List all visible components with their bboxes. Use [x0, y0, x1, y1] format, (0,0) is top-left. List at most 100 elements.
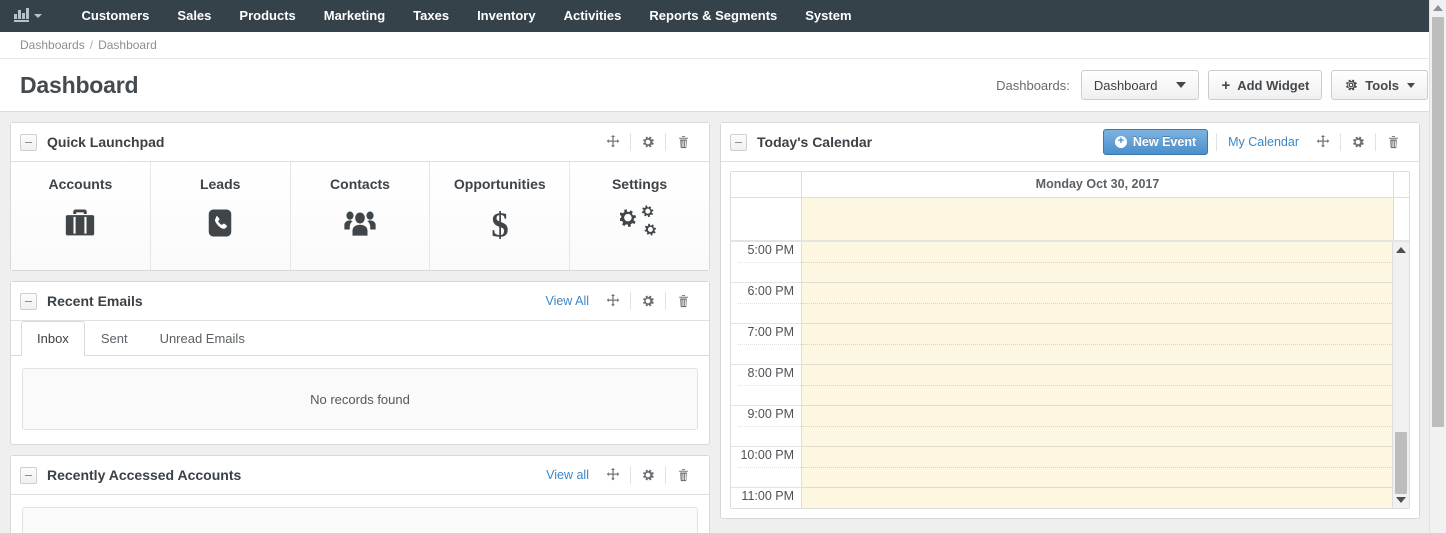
move-icon[interactable]	[1308, 130, 1338, 154]
page-scrollbar-thumb[interactable]	[1432, 17, 1444, 427]
tab-unread-emails[interactable]: Unread Emails	[144, 321, 261, 356]
nav-item-system[interactable]: System	[791, 0, 865, 32]
calendar-time-label: 5:00 PM	[731, 242, 801, 283]
tool-divider	[630, 292, 631, 310]
calendar-scrollbar[interactable]	[1392, 242, 1409, 508]
launchpad-label: Accounts	[48, 176, 113, 192]
calendar-slot[interactable]	[802, 365, 1392, 406]
minus-icon[interactable]	[20, 292, 37, 310]
svg-text:$: $	[491, 206, 508, 243]
my-calendar-link[interactable]: My Calendar	[1219, 135, 1308, 149]
tools-button[interactable]: Tools	[1331, 70, 1428, 100]
tool-divider	[665, 133, 666, 151]
recently-accessed-accounts-header: Recently Accessed Accounts View all	[11, 456, 709, 495]
scroll-down-arrow-icon[interactable]	[1393, 492, 1409, 508]
gear-icon[interactable]	[633, 130, 663, 154]
trash-icon[interactable]	[668, 289, 698, 313]
calendar-slot-column[interactable]	[802, 242, 1392, 508]
calendar-body: Monday Oct 30, 2017 5:00 PM 6:00 PM 7:00…	[721, 162, 1419, 518]
recent-emails-title: Recent Emails	[47, 293, 143, 309]
breadcrumb-root[interactable]: Dashboards	[20, 38, 85, 52]
tool-divider	[630, 466, 631, 484]
calendar-allday-right-pad	[1393, 198, 1409, 240]
dashboard-select[interactable]: Dashboard	[1080, 70, 1200, 100]
launchpad-item-leads[interactable]: Leads	[150, 162, 291, 270]
calendar-slot[interactable]	[802, 447, 1392, 488]
gear-icon[interactable]	[1343, 130, 1373, 154]
calendar-time-label: 9:00 PM	[731, 406, 801, 447]
calendar-header-right-pad	[1393, 172, 1409, 197]
trash-icon[interactable]	[668, 463, 698, 487]
dashboard-column-right: Today's Calendar + New Event My Calendar	[720, 122, 1420, 532]
bar-chart-icon	[14, 7, 29, 22]
quick-launchpad-items: Accounts Leads Contacts Opportunities $ …	[11, 162, 709, 270]
scroll-up-arrow-icon[interactable]	[1393, 242, 1409, 258]
recent-emails-view-all-link[interactable]: View All	[536, 294, 598, 308]
add-widget-label: Add Widget	[1237, 77, 1310, 93]
calendar-grid: Monday Oct 30, 2017 5:00 PM 6:00 PM 7:00…	[730, 171, 1410, 509]
recently-accessed-accounts-view-all-link[interactable]: View all	[537, 468, 598, 482]
plus-circle-icon: +	[1114, 136, 1127, 148]
trash-icon[interactable]	[668, 130, 698, 154]
move-icon[interactable]	[598, 289, 628, 313]
move-icon[interactable]	[598, 130, 628, 154]
widget-quick-launchpad: Quick Launchpad Accounts Leads Contacts …	[10, 122, 710, 271]
calendar-slot[interactable]	[802, 488, 1392, 508]
tool-divider	[630, 133, 631, 151]
calendar-time-gutter: 5:00 PM 6:00 PM 7:00 PM 8:00 PM 9:00 PM …	[731, 242, 802, 508]
nav-item-inventory[interactable]: Inventory	[463, 0, 550, 32]
breadcrumb-separator: /	[89, 38, 94, 52]
todays-calendar-tools	[1308, 130, 1408, 154]
main-navbar: Customers Sales Products Marketing Taxes…	[0, 0, 1446, 32]
todays-calendar-title: Today's Calendar	[757, 134, 873, 150]
recently-accessed-accounts-title: Recently Accessed Accounts	[47, 467, 242, 483]
phone-square-icon	[202, 205, 238, 246]
gear-icon	[1346, 79, 1358, 91]
trash-icon[interactable]	[1378, 130, 1408, 154]
widget-todays-calendar: Today's Calendar + New Event My Calendar	[720, 122, 1420, 519]
page-header: Dashboard Dashboards: Dashboard + Add Wi…	[0, 59, 1446, 112]
nav-item-products[interactable]: Products	[225, 0, 309, 32]
tab-inbox[interactable]: Inbox	[21, 321, 85, 356]
tool-divider	[1340, 133, 1341, 151]
calendar-time-label: 8:00 PM	[731, 365, 801, 406]
calendar-slot[interactable]	[802, 324, 1392, 365]
nav-item-activities[interactable]: Activities	[550, 0, 636, 32]
launchpad-item-settings[interactable]: Settings	[570, 162, 709, 270]
quick-launchpad-tools	[598, 130, 698, 154]
add-widget-button[interactable]: + Add Widget	[1208, 70, 1323, 100]
calendar-slot[interactable]	[802, 242, 1392, 283]
page-scroll-up-arrow-icon[interactable]	[1430, 0, 1446, 15]
minus-icon[interactable]	[20, 466, 37, 484]
page-scrollbar[interactable]	[1429, 0, 1446, 533]
app-logo-menu[interactable]	[14, 7, 54, 22]
calendar-slot[interactable]	[802, 283, 1392, 324]
nav-item-taxes[interactable]: Taxes	[399, 0, 463, 32]
calendar-allday-gutter	[731, 198, 802, 240]
move-icon[interactable]	[598, 463, 628, 487]
launchpad-item-opportunities[interactable]: Opportunities $	[430, 162, 571, 270]
calendar-allday-row	[731, 198, 1409, 242]
nav-item-marketing[interactable]: Marketing	[310, 0, 399, 32]
new-event-button[interactable]: + New Event	[1102, 129, 1209, 155]
tool-divider	[665, 466, 666, 484]
launchpad-label: Contacts	[330, 176, 390, 192]
nav-item-reports-segments[interactable]: Reports & Segments	[635, 0, 791, 32]
gear-icon[interactable]	[633, 289, 663, 313]
calendar-slot[interactable]	[802, 406, 1392, 447]
nav-item-customers[interactable]: Customers	[68, 0, 164, 32]
calendar-time-label: 10:00 PM	[731, 447, 801, 488]
calendar-scrollbar-thumb[interactable]	[1395, 432, 1407, 494]
breadcrumb-current: Dashboard	[98, 38, 157, 52]
calendar-time-label: 6:00 PM	[731, 283, 801, 324]
gear-icon[interactable]	[633, 463, 663, 487]
minus-icon[interactable]	[20, 133, 37, 151]
tools-label: Tools	[1365, 77, 1399, 93]
nav-item-sales[interactable]: Sales	[163, 0, 225, 32]
calendar-allday-cell[interactable]	[802, 198, 1393, 240]
launchpad-item-contacts[interactable]: Contacts	[290, 162, 431, 270]
tab-sent[interactable]: Sent	[85, 321, 144, 356]
minus-icon[interactable]	[730, 133, 747, 151]
launchpad-item-accounts[interactable]: Accounts	[11, 162, 151, 270]
recent-emails-tabs: Inbox Sent Unread Emails	[11, 321, 709, 356]
